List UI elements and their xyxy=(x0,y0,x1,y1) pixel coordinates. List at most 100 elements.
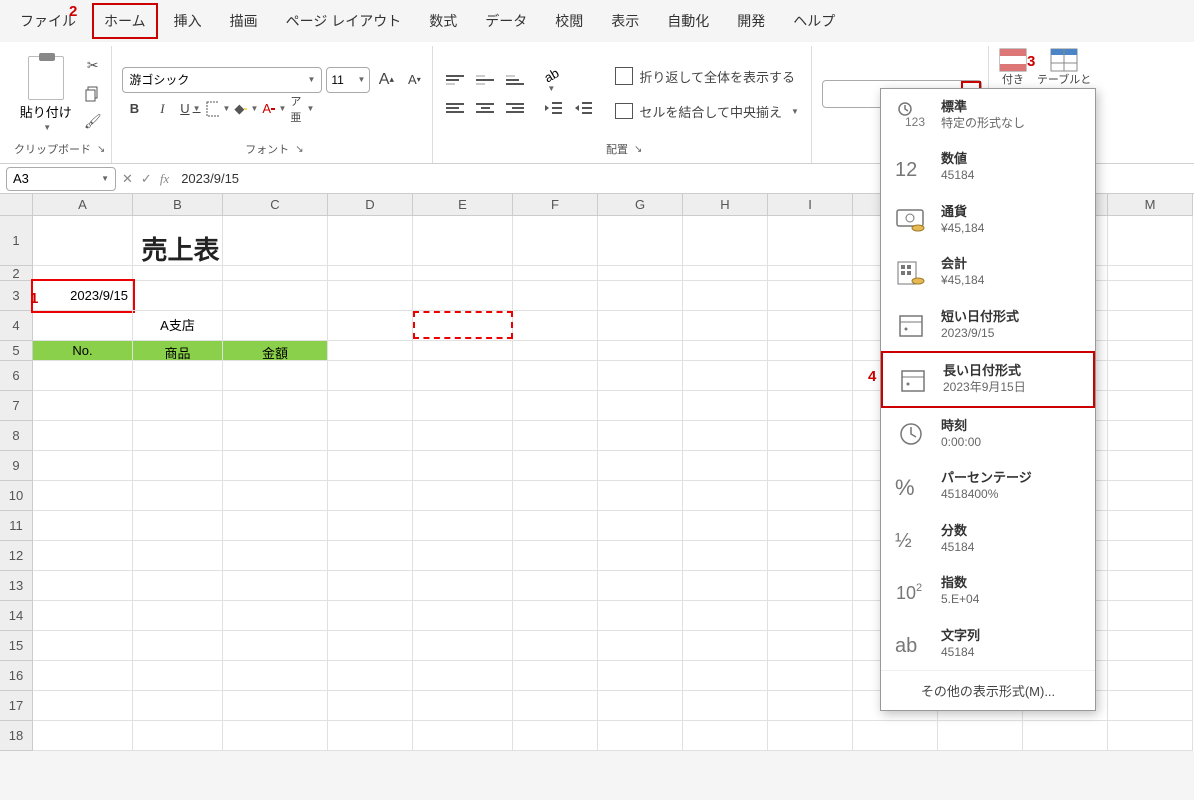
align-center-button[interactable] xyxy=(473,97,497,119)
alignment-dialog-launcher[interactable]: ↘ xyxy=(634,144,642,155)
cell-A1[interactable] xyxy=(33,216,133,266)
cell-C9[interactable] xyxy=(223,451,328,481)
copy-button[interactable] xyxy=(82,83,104,105)
row-header-14[interactable]: 14 xyxy=(0,601,33,631)
cell-M6[interactable] xyxy=(1108,361,1193,391)
cell-I7[interactable] xyxy=(768,391,853,421)
number-format-item-time[interactable]: 時刻0:00:00 xyxy=(881,408,1095,460)
cell-M13[interactable] xyxy=(1108,571,1193,601)
cell-E16[interactable] xyxy=(413,661,513,691)
font-color-button[interactable]: A ▼ xyxy=(262,97,286,121)
align-middle-button[interactable] xyxy=(473,69,497,91)
number-format-item-long-date[interactable]: 長い日付形式2023年9月15日 xyxy=(881,351,1095,407)
cell-M11[interactable] xyxy=(1108,511,1193,541)
cell-A14[interactable] xyxy=(33,601,133,631)
cell-I3[interactable] xyxy=(768,281,853,311)
cell-M5[interactable] xyxy=(1108,341,1193,361)
cell-F7[interactable] xyxy=(513,391,598,421)
column-header-H[interactable]: H xyxy=(683,194,768,216)
cell-H7[interactable] xyxy=(683,391,768,421)
cell-H15[interactable] xyxy=(683,631,768,661)
cell-C8[interactable] xyxy=(223,421,328,451)
cell-G15[interactable] xyxy=(598,631,683,661)
increase-font-button[interactable]: A▴ xyxy=(374,68,398,92)
cell-F10[interactable] xyxy=(513,481,598,511)
cell-G5[interactable] xyxy=(598,341,683,361)
cell-K18[interactable] xyxy=(938,721,1023,751)
cell-C17[interactable] xyxy=(223,691,328,721)
cell-C6[interactable] xyxy=(223,361,328,391)
select-all-corner[interactable] xyxy=(0,194,33,216)
cell-C2[interactable] xyxy=(223,266,328,281)
cell-M9[interactable] xyxy=(1108,451,1193,481)
cell-I10[interactable] xyxy=(768,481,853,511)
cell-B12[interactable] xyxy=(133,541,223,571)
row-header-6[interactable]: 6 xyxy=(0,361,33,391)
row-header-5[interactable]: 5 xyxy=(0,341,33,361)
cell-C14[interactable] xyxy=(223,601,328,631)
tab-insert[interactable]: 挿入 xyxy=(162,3,214,39)
tab-developer[interactable]: 開発 xyxy=(725,3,777,39)
column-header-B[interactable]: B xyxy=(133,194,223,216)
cell-A9[interactable] xyxy=(33,451,133,481)
number-format-item-general[interactable]: 123標準特定の形式なし xyxy=(881,89,1095,141)
format-painter-button[interactable]: 🖌 xyxy=(82,111,104,133)
paste-button[interactable]: 貼り付け ▼ xyxy=(16,52,76,136)
align-left-button[interactable] xyxy=(443,97,467,119)
cell-E18[interactable] xyxy=(413,721,513,751)
cell-E17[interactable] xyxy=(413,691,513,721)
cell-F16[interactable] xyxy=(513,661,598,691)
number-format-item-fraction[interactable]: ½分数45184 xyxy=(881,513,1095,565)
cell-I1[interactable] xyxy=(768,216,853,266)
cell-H8[interactable] xyxy=(683,421,768,451)
cell-G12[interactable] xyxy=(598,541,683,571)
tab-data[interactable]: データ xyxy=(473,3,539,39)
cell-C5[interactable]: 金額 xyxy=(223,341,328,361)
column-header-M[interactable]: M xyxy=(1108,194,1193,216)
orientation-button[interactable]: ab ▼ xyxy=(541,69,565,91)
cell-M18[interactable] xyxy=(1108,721,1193,751)
cell-I12[interactable] xyxy=(768,541,853,571)
cell-D3[interactable] xyxy=(328,281,413,311)
decrease-indent-button[interactable] xyxy=(541,97,565,119)
cell-E15[interactable] xyxy=(413,631,513,661)
font-name-combo[interactable]: 游ゴシック ▼ xyxy=(122,67,322,93)
cell-I8[interactable] xyxy=(768,421,853,451)
cancel-formula-button[interactable]: ✕ xyxy=(122,171,133,187)
cell-H10[interactable] xyxy=(683,481,768,511)
bold-button[interactable]: B xyxy=(122,97,146,121)
cell-F2[interactable] xyxy=(513,266,598,281)
enter-formula-button[interactable]: ✓ xyxy=(141,171,152,187)
row-header-8[interactable]: 8 xyxy=(0,421,33,451)
cell-E3[interactable] xyxy=(413,281,513,311)
cell-F1[interactable] xyxy=(513,216,598,266)
cell-D10[interactable] xyxy=(328,481,413,511)
cell-G8[interactable] xyxy=(598,421,683,451)
cell-H6[interactable] xyxy=(683,361,768,391)
cell-A18[interactable] xyxy=(33,721,133,751)
cell-A16[interactable] xyxy=(33,661,133,691)
cell-M7[interactable] xyxy=(1108,391,1193,421)
cell-B7[interactable] xyxy=(133,391,223,421)
cell-D18[interactable] xyxy=(328,721,413,751)
row-header-18[interactable]: 18 xyxy=(0,721,33,751)
cell-L18[interactable] xyxy=(1023,721,1108,751)
cell-M3[interactable] xyxy=(1108,281,1193,311)
cell-G1[interactable] xyxy=(598,216,683,266)
cell-D5[interactable] xyxy=(328,341,413,361)
cell-A12[interactable] xyxy=(33,541,133,571)
row-header-3[interactable]: 3 xyxy=(0,281,33,311)
row-header-7[interactable]: 7 xyxy=(0,391,33,421)
cell-F14[interactable] xyxy=(513,601,598,631)
cell-H4[interactable] xyxy=(683,311,768,341)
cell-I18[interactable] xyxy=(768,721,853,751)
tab-draw[interactable]: 描画 xyxy=(218,3,270,39)
number-format-item-text[interactable]: ab文字列45184 xyxy=(881,618,1095,670)
cell-A17[interactable] xyxy=(33,691,133,721)
cell-G18[interactable] xyxy=(598,721,683,751)
cell-B8[interactable] xyxy=(133,421,223,451)
tab-review[interactable]: 校閲 xyxy=(543,3,595,39)
cell-E5[interactable] xyxy=(413,341,513,361)
cell-I16[interactable] xyxy=(768,661,853,691)
cell-E13[interactable] xyxy=(413,571,513,601)
